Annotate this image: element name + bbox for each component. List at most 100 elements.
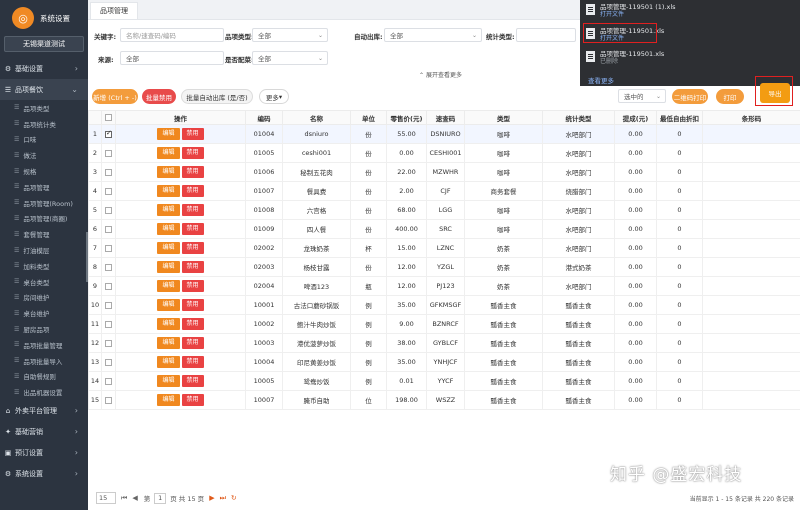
sidebar-group-top-1[interactable]: ☰ 品项餐饮 ⌄ — [0, 79, 88, 100]
row-checkbox-cell[interactable] — [101, 162, 116, 182]
table-row[interactable]: 2 编辑 禁用 01005 ceshi001 份 0.00 CESHI001 咖啡 水吧部门 0.0… — [88, 143, 800, 163]
tab-item-management[interactable]: 品项管理 — [90, 2, 138, 19]
edit-button[interactable]: 编辑 — [157, 166, 180, 178]
disable-button[interactable]: 禁用 — [181, 318, 204, 330]
stat-type-select[interactable] — [516, 28, 576, 42]
sidebar-subitem[interactable]: ☰ 品项类型 — [0, 100, 88, 116]
row-checkbox-cell[interactable] — [101, 124, 116, 144]
sidebar-group-bottom-3[interactable]: ⚙ 系统设置 › — [0, 463, 88, 484]
disable-button[interactable]: 禁用 — [181, 394, 204, 406]
row-checkbox[interactable] — [105, 282, 112, 290]
sidebar-subitem[interactable]: ☰ 房间维护 — [0, 290, 88, 306]
auto-out-select[interactable]: 全部 ⌄ — [384, 28, 482, 42]
disable-button[interactable]: 禁用 — [181, 242, 204, 254]
row-checkbox[interactable] — [105, 129, 112, 138]
row-checkbox-cell[interactable] — [101, 314, 116, 334]
edit-button[interactable]: 编辑 — [157, 128, 180, 140]
row-checkbox-cell[interactable] — [101, 219, 116, 239]
table-row[interactable]: 1编辑禁用01004dsniuro份55.00DSNIURO咖啡水吧部门0.00… — [88, 124, 800, 144]
table-row[interactable]: 8 编辑 禁用 02003 杨枝甘露份 12.00 YZGL 奶茶 港式奶茶 0.00 0 — [88, 257, 800, 277]
row-checkbox[interactable] — [105, 396, 112, 404]
row-checkbox[interactable] — [105, 149, 112, 157]
view-more-link[interactable]: 查看更多 — [588, 75, 614, 85]
next-page-icon[interactable]: ▶ — [209, 494, 214, 502]
row-checkbox-cell[interactable] — [101, 295, 116, 315]
batch-disable-button[interactable]: 批量禁用 — [142, 89, 176, 104]
row-checkbox[interactable] — [105, 168, 112, 176]
qrcode-print-button[interactable]: 二维码打印 — [672, 89, 708, 104]
disable-button[interactable]: 禁用 — [181, 223, 204, 235]
sidebar-subitem[interactable]: ☰ 做法 — [0, 147, 88, 163]
sidebar-subitem[interactable]: ☰ 桌台维护 — [0, 305, 88, 321]
first-page-icon[interactable]: ⏮ — [121, 494, 127, 503]
sidebar-subitem[interactable]: ☰ 口味 — [0, 132, 88, 148]
edit-button[interactable]: 编辑 — [157, 204, 180, 216]
row-checkbox[interactable] — [105, 187, 112, 195]
sidebar-group-top-0[interactable]: ⚙ 基础设置 › — [0, 58, 88, 79]
disable-button[interactable]: 禁用 — [181, 261, 204, 273]
table-row[interactable]: 9 编辑 禁用 02004 啤酒123 瓶 12.00 PJ123 奶茶 水吧部门 0.00 0 — [88, 276, 800, 296]
sidebar-subitem[interactable]: ☰ 加料类型 — [0, 258, 88, 274]
batch-auto-out-button[interactable]: 批量自动出库 (是/否) — [181, 89, 253, 104]
row-checkbox[interactable] — [105, 301, 112, 309]
row-checkbox-cell[interactable] — [101, 371, 116, 391]
sidebar-subitem[interactable]: ☰ 品项统计类 — [0, 116, 88, 132]
keyword-input[interactable]: 名称/速查码/编码 — [120, 28, 224, 42]
table-row[interactable]: 5 编辑 禁用 01008 六宫格份 68.00 LGG 咖啡 水吧部门 0.00 0 — [88, 200, 800, 220]
table-row[interactable]: 14 编辑 禁用 10005 鸳鸯炒饭例 0.01 YYCF 瓢香主食 瓢香主食 0.00 0 — [88, 371, 800, 391]
sidebar-subitem[interactable]: ☰ 品项管理(商圈) — [0, 211, 88, 227]
disable-button[interactable]: 禁用 — [181, 204, 204, 216]
sidebar-subitem[interactable]: ☰ 规格 — [0, 163, 88, 179]
edit-button[interactable]: 编辑 — [157, 318, 180, 330]
disable-button[interactable]: 禁用 — [181, 147, 204, 159]
row-checkbox[interactable] — [105, 263, 112, 271]
sidebar-subitem[interactable]: ☰ 品项批量导入 — [0, 353, 88, 369]
table-row[interactable]: 6 编辑 禁用 01009 四人餐份 400.00 SRC 咖啡 水吧部门 0.00 0 — [88, 219, 800, 239]
sidebar-subitem[interactable]: ☰ 厨房品项 — [0, 321, 88, 337]
header-checkbox[interactable] — [101, 110, 116, 125]
sidebar-subitem[interactable]: ☰ 打油模层 — [0, 242, 88, 258]
prev-page-icon[interactable]: ◀ — [132, 494, 137, 502]
table-row[interactable]: 10 编辑 禁用 10001 古法口蘑砂锅饭例 35.00 GFKMSGF 瓢香主食 瓢香主食 0… — [88, 295, 800, 315]
disable-button[interactable]: 禁用 — [181, 299, 204, 311]
edit-button[interactable]: 编辑 — [157, 261, 180, 273]
edit-button[interactable]: 编辑 — [157, 356, 180, 368]
row-checkbox-cell[interactable] — [101, 352, 116, 372]
row-checkbox-cell[interactable] — [101, 276, 116, 296]
store-switch-button[interactable]: 无锡渠道测试 — [4, 36, 84, 52]
sidebar-subitem[interactable]: ☰ 品项管理 — [0, 179, 88, 195]
row-checkbox[interactable] — [105, 244, 112, 252]
edit-button[interactable]: 编辑 — [157, 337, 180, 349]
disable-button[interactable]: 禁用 — [181, 280, 204, 292]
row-checkbox-cell[interactable] — [101, 181, 116, 201]
row-checkbox-cell[interactable] — [101, 238, 116, 258]
page-size-select[interactable]: 15 — [96, 492, 116, 504]
sidebar-group-bottom-0[interactable]: ⌂ 外卖平台管理 › — [0, 400, 88, 421]
refresh-icon[interactable]: ↻ — [231, 494, 237, 502]
table-row[interactable]: 12 编辑 禁用 10003 港优菠萝炒饭例 38.00 GYBLCF 瓢香主食 瓢香主食 0.0… — [88, 333, 800, 353]
disable-button[interactable]: 禁用 — [181, 337, 204, 349]
row-checkbox-cell[interactable] — [101, 333, 116, 353]
page-number-input[interactable]: 1 — [154, 492, 167, 504]
source-select[interactable]: 全部 — [120, 51, 224, 65]
download-item[interactable]: 品项管理-119501.xls 已删除 — [586, 50, 664, 70]
edit-button[interactable]: 编辑 — [157, 394, 180, 406]
disable-button[interactable]: 禁用 — [181, 128, 204, 140]
row-checkbox-cell[interactable] — [101, 143, 116, 163]
disable-button[interactable]: 禁用 — [181, 356, 204, 368]
print-button[interactable]: 打印 — [716, 89, 744, 104]
table-row[interactable]: 4 编辑 禁用 01007 餐具费份 2.00 CJF 商务套餐 烧腊部门 0.00 0 — [88, 181, 800, 201]
table-row[interactable]: 11 编辑 禁用 10002 鲍汁牛肉炒饭例 9.00 BZNRCF 瓢香主食 瓢香主食 0.00… — [88, 314, 800, 334]
sidebar-subitem[interactable]: ☰ 套餐管理 — [0, 226, 88, 242]
row-checkbox[interactable] — [105, 358, 112, 366]
open-file-link[interactable]: 打开文件 — [600, 11, 676, 19]
sidebar-group-bottom-1[interactable]: ✦ 基础营销 › — [0, 421, 88, 442]
table-row[interactable]: 15 编辑 禁用 10007 腌币自助位 198.00 WSZZ 瓢香主食 瓢香主食 0.00 0 — [88, 390, 800, 410]
download-item[interactable]: 品项管理-119501 (1).xls 打开文件 — [586, 3, 676, 23]
disable-button[interactable]: 禁用 — [181, 185, 204, 197]
last-page-icon[interactable]: ⏭ — [220, 494, 226, 503]
export-button[interactable]: 导出 — [760, 83, 790, 103]
table-row[interactable]: 7 编辑 禁用 02002 龙珠奶茶杯 15.00 LZNC 奶茶 水吧部门 0.00 0 — [88, 238, 800, 258]
more-dropdown[interactable]: 更多 ▾ — [259, 89, 289, 104]
edit-button[interactable]: 编辑 — [157, 242, 180, 254]
